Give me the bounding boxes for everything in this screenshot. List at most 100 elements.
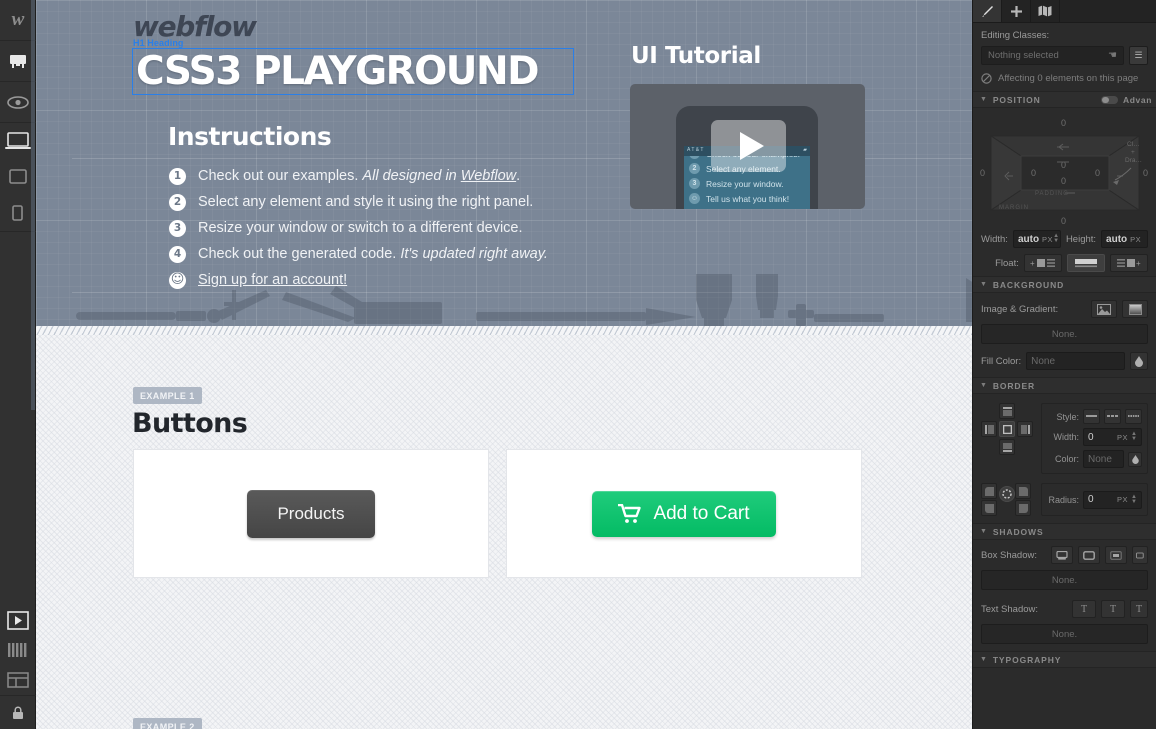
border-width-stepper[interactable]: ▲ ▼ — [1131, 431, 1137, 442]
webflow-link[interactable]: Webflow — [461, 168, 516, 184]
tab-style[interactable] — [973, 0, 1002, 22]
radius-input[interactable]: 0 PX ▲ ▼ — [1083, 490, 1142, 509]
text-shadow-t-icon: T — [1080, 603, 1088, 615]
width-value: auto — [1017, 233, 1040, 245]
class-menu-button[interactable]: ☰ — [1129, 46, 1148, 65]
tab-navigator[interactable] — [1031, 0, 1060, 22]
example-card-cart: Add to Cart — [506, 449, 862, 578]
background-image-button[interactable] — [1091, 300, 1117, 318]
fill-color-picker-button[interactable] — [1130, 352, 1148, 370]
section-header-background[interactable]: ▼ BACKGROUND — [973, 276, 1156, 293]
width-height-row: Width: auto PX ▲ ▼ Height: auto PX — [981, 230, 1148, 248]
float-right-button[interactable]: + — [1109, 254, 1148, 272]
text-shadow-outer-button[interactable]: T — [1072, 600, 1096, 618]
canvas-scrollbar[interactable] — [31, 0, 35, 410]
corner-bottom-left-button[interactable] — [981, 500, 997, 516]
ui-tutorial-video[interactable]: A T & T ▰ 1 Check out our examples. 2 Se… — [630, 84, 865, 209]
width-input[interactable]: auto PX ▲ ▼ — [1012, 230, 1061, 248]
video-line: 3 Resize your window. — [684, 176, 810, 191]
editing-classes-label: Editing Classes: — [981, 30, 1050, 41]
radius-controls: Radius: 0 PX ▲ ▼ — [973, 481, 1156, 523]
border-style-solid-button[interactable] — [1083, 409, 1100, 424]
text-shadow-value[interactable]: None. — [981, 624, 1148, 644]
shadows-controls: Box Shadow: None. Text Shadow: T T T Non… — [973, 540, 1156, 651]
box-shadow-value[interactable]: None. — [981, 570, 1148, 590]
float-left-button[interactable]: + — [1023, 254, 1062, 272]
layouts-button[interactable] — [0, 665, 36, 695]
box-shadow-inner-button[interactable] — [1078, 546, 1100, 564]
image-gradient-row: Image & Gradient: — [981, 300, 1148, 318]
caret-down-icon: ▼ — [980, 96, 988, 103]
class-selector-input[interactable]: Nothing selected ☚ — [981, 46, 1124, 65]
section-header-border[interactable]: ▼ BORDER — [973, 377, 1156, 394]
box-shadow-more-button[interactable] — [1132, 546, 1148, 564]
hero-section: webflow H1 Heading CSS3 PLAYGROUND Instr… — [36, 0, 972, 335]
text-shadow-inner-button[interactable]: T — [1101, 600, 1125, 618]
border-style-dotted-button[interactable] — [1125, 409, 1142, 424]
columns-button[interactable] — [0, 635, 36, 665]
height-value: auto — [1106, 233, 1128, 245]
width-stepper[interactable]: ▲ ▼ — [1053, 233, 1059, 244]
box-shadow-outer-button[interactable] — [1051, 546, 1073, 564]
h1-selection-outline[interactable]: CSS3 PLAYGROUND — [132, 48, 574, 95]
section-title-typography: TYPOGRAPHY — [992, 654, 1062, 665]
box-shadow-label: Box Shadow: — [981, 549, 1037, 561]
corner-top-right-button[interactable] — [1015, 483, 1031, 499]
svg-text:0: 0 — [1061, 216, 1066, 226]
lock-button[interactable] — [0, 695, 36, 729]
section-header-typography[interactable]: ▼ TYPOGRAPHY — [973, 651, 1156, 668]
border-all-button[interactable] — [999, 421, 1015, 437]
video-bullet-2: 2 — [689, 163, 700, 174]
border-left-button[interactable] — [981, 421, 997, 437]
border-color-picker-button[interactable] — [1128, 451, 1142, 467]
border-bottom-button[interactable] — [999, 439, 1015, 455]
svg-text:0: 0 — [1061, 176, 1066, 186]
design-canvas[interactable]: webflow H1 Heading CSS3 PLAYGROUND Instr… — [36, 0, 972, 729]
video-carrier-label: A T & T — [687, 147, 704, 153]
svg-text:PADDING: PADDING — [1035, 191, 1069, 197]
products-button[interactable]: Products — [247, 489, 375, 538]
paintbrush-icon — [981, 5, 993, 17]
device-tablet-icon — [8, 169, 27, 184]
box-shadow-spread-button[interactable] — [1105, 546, 1127, 564]
play-button[interactable] — [711, 120, 786, 172]
svg-text:+: + — [1030, 259, 1035, 268]
add-to-cart-button[interactable]: Add to Cart — [592, 490, 776, 537]
border-style-dashed-button[interactable] — [1104, 409, 1121, 424]
tab-add[interactable] — [1002, 0, 1031, 22]
fill-color-input[interactable]: None — [1026, 352, 1125, 370]
height-input[interactable]: auto PX — [1101, 230, 1148, 248]
border-width-unit: PX — [1117, 432, 1129, 442]
section-header-shadows[interactable]: ▼ SHADOWS — [973, 523, 1156, 540]
float-none-button[interactable] — [1066, 254, 1105, 272]
corner-top-left-button[interactable] — [981, 483, 997, 499]
box-model-svg: 0 0 0 0 0 0 0 0 PADDING MARGIN Cl… + Dra… — [980, 118, 1148, 226]
text-shadow-more-button[interactable]: T — [1130, 600, 1148, 618]
section-header-position[interactable]: ▼ POSITION Advan — [973, 91, 1156, 108]
border-top-button[interactable] — [999, 403, 1015, 419]
radius-stepper[interactable]: ▲ ▼ — [1131, 494, 1137, 505]
preview-play-button[interactable] — [0, 605, 36, 635]
box-model-diagram[interactable]: 0 0 0 0 0 0 0 0 PADDING MARGIN Cl… + Dra… — [979, 114, 1150, 227]
cart-icon — [618, 503, 642, 523]
background-image-value[interactable]: None. — [981, 324, 1148, 344]
class-input-row: Nothing selected ☚ ☰ — [981, 41, 1148, 65]
border-right-button[interactable] — [1017, 421, 1033, 437]
border-width-input[interactable]: 0 PX ▲ ▼ — [1083, 428, 1142, 446]
image-gradient-label: Image & Gradient: — [981, 303, 1059, 315]
svg-text:Dra…: Dra… — [1125, 157, 1142, 164]
float-left-icon: + — [1030, 259, 1055, 268]
example-badge-2: EXAMPLE 2 — [133, 718, 202, 729]
corner-bottom-right-button[interactable] — [1015, 500, 1031, 516]
video-bullet-3: 3 — [689, 178, 700, 189]
drafting-tools-illustration — [76, 274, 972, 326]
advanced-toggle[interactable]: Advan — [1101, 95, 1156, 105]
border-color-input[interactable]: None — [1083, 450, 1124, 468]
border-right-icon — [1020, 424, 1030, 434]
background-gradient-button[interactable] — [1122, 300, 1148, 318]
instructions-heading: Instructions — [168, 122, 332, 151]
affecting-info: Affecting 0 elements on this page — [973, 67, 1156, 91]
fill-color-label: Fill Color: — [981, 355, 1022, 367]
toggle-switch[interactable] — [1101, 95, 1119, 104]
page-title[interactable]: CSS3 PLAYGROUND — [133, 49, 573, 94]
